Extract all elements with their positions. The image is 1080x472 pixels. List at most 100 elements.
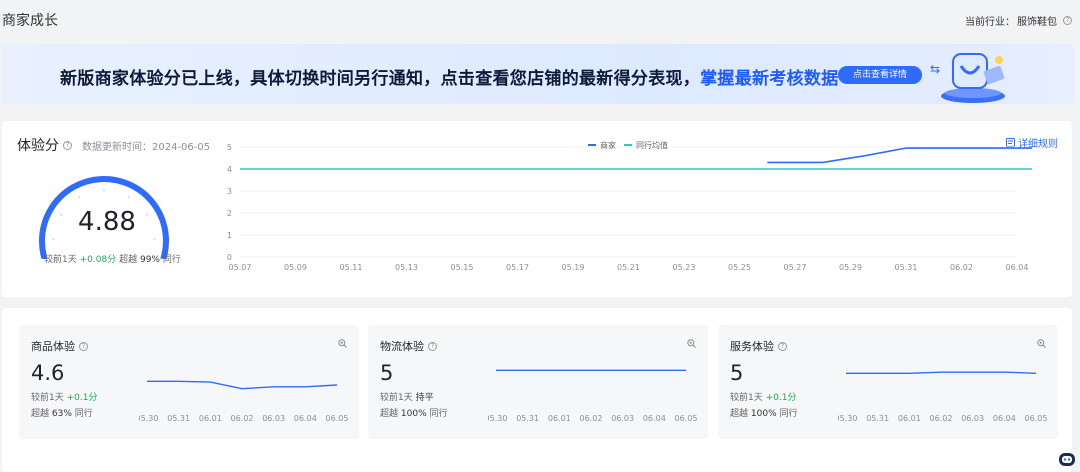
card-beat-value: 100% [400, 409, 427, 419]
x-tick-label: 05.31 [866, 414, 889, 423]
card-change-value: +0.1分 [765, 393, 797, 403]
experience-score-card: 体验分 ? 数据更新时间：2024-06-05 4.88 较前1天 +0.08分… [2, 121, 1072, 297]
card-beat-prefix: 超越 [31, 409, 50, 419]
update-time: 数据更新时间：2024-06-05 [82, 142, 211, 153]
x-tick-label: 05.09 [284, 263, 307, 272]
card-title-text: 物流体验 [380, 340, 424, 353]
x-tick-label: 05.07 [229, 263, 252, 272]
x-tick-label: 05.30 [838, 414, 857, 423]
card-beat-prefix: 超越 [730, 409, 749, 419]
x-tick-label: 06.05 [326, 414, 349, 423]
card-beat-prefix: 超越 [380, 409, 399, 419]
page-title: 商家成长 [2, 13, 58, 29]
card-title-text: 服务体验 [730, 340, 774, 353]
x-tick-label: 05.13 [395, 263, 418, 272]
help-icon[interactable]: ? [1063, 16, 1072, 25]
x-tick-label: 06.05 [1025, 414, 1048, 423]
industry-selector[interactable]: 当前行业： 服饰鞋包 ? [965, 13, 1072, 28]
y-tick-label: 2 [227, 209, 232, 218]
x-tick-label: 05.15 [451, 263, 474, 272]
service-experience-card: 服务体验? 5 较前1天 +0.1分超越 100% 同行 05.30 05.31 06.0… [718, 325, 1058, 439]
card-title: 服务体验? [730, 338, 787, 354]
card-beat-suffix: 同行 [779, 409, 798, 419]
score-compare: 较前1天 +0.08分 超越 99% 同行 [44, 252, 181, 265]
card-value: 5 [730, 361, 744, 385]
y-tick-label: 3 [227, 187, 232, 196]
x-tick-label: 05.30 [139, 414, 158, 423]
x-tick-label: 06.02 [231, 414, 254, 423]
card-title: 物流体验? [380, 338, 437, 354]
x-tick-label: 06.02 [580, 414, 603, 423]
x-tick-label: 06.03 [961, 414, 984, 423]
x-tick-label: 06.03 [611, 414, 634, 423]
beat-suffix: 同行 [162, 255, 181, 265]
y-tick-label: 1 [227, 231, 232, 240]
x-tick-label: 06.04 [1006, 263, 1029, 272]
x-tick-label: 05.31 [895, 263, 918, 272]
legend-label: 同行均值 [636, 140, 668, 150]
zoom-icon[interactable] [1037, 339, 1046, 348]
x-tick-label: 05.17 [506, 263, 529, 272]
industry-label: 当前行业： [965, 17, 1015, 28]
card-beat-value: 100% [750, 409, 777, 419]
y-tick-label: 5 [227, 143, 232, 152]
series-line-merchant [767, 147, 1032, 164]
card-trend-chart: 05.30 05.31 06.01 06.02 06.03 06.04 06.05 [139, 380, 349, 423]
score-value: 4.88 [78, 207, 136, 237]
card-beat: 超越 100% 同行 [380, 406, 448, 419]
industry-value: 服饰鞋包 [1017, 17, 1057, 28]
x-tick-label: 06.05 [675, 414, 698, 423]
help-icon[interactable]: ? [63, 140, 72, 150]
x-tick-label: 05.31 [167, 414, 190, 423]
zoom-icon[interactable] [338, 339, 347, 348]
help-icon[interactable]: ? [778, 341, 787, 351]
card-title-text: 商品体验 [31, 340, 75, 353]
card-change-prefix: 较前1天 [380, 393, 413, 403]
card-change-prefix: 较前1天 [31, 393, 64, 403]
x-tick-label: 06.01 [548, 414, 571, 423]
x-tick-label: 05.31 [516, 414, 539, 423]
x-tick-label: 05.25 [728, 263, 751, 272]
card-series-line [846, 371, 1037, 374]
card-trend-chart: 05.30 05.31 06.01 06.02 06.03 06.04 06.05 [488, 369, 698, 423]
x-tick-label: 05.29 [839, 263, 862, 272]
card-change: 较前1天 +0.1分 [31, 390, 97, 403]
beat-prefix: 超越 [119, 255, 138, 265]
card-beat: 超越 63% 同行 [31, 406, 93, 419]
help-icon[interactable]: ? [428, 341, 437, 351]
score-title: 体验分 ? [17, 135, 72, 155]
announcement-banner[interactable]: 新版商家体验分已上线，具体切换时间另行通知，点击查看您店铺的最新得分表现，掌握最… [2, 44, 1074, 104]
card-change-value: +0.1分 [66, 393, 98, 403]
compare-change: +0.08分 [79, 255, 117, 265]
banner-illustration [941, 53, 1005, 103]
card-beat-suffix: 同行 [74, 409, 93, 419]
card-change-prefix: 较前1天 [730, 393, 763, 403]
score-trend-chart: 0 1 2 3 4 5 05.07 05.09 05.11 05.13 05.15 05.17 05.1… [227, 140, 1032, 272]
card-beat: 超越 100% 同行 [730, 406, 798, 419]
card-beat-value: 63% [51, 409, 72, 419]
x-tick-label: 06.04 [643, 414, 666, 423]
y-tick-label: 4 [227, 165, 232, 174]
zoom-icon[interactable] [687, 339, 696, 348]
x-tick-label: 06.01 [199, 414, 222, 423]
product-experience-card: 商品体验? 4.6 较前1天 +0.1分超越 63% 同行 05.30 05.31 06.… [19, 325, 359, 439]
gauge-tick [127, 195, 130, 199]
x-tick-label: 06.04 [294, 414, 317, 423]
card-series-line [147, 380, 338, 390]
card-change: 较前1天 +0.1分 [730, 390, 796, 403]
view-details-button[interactable]: 点击查看详情 [838, 66, 922, 84]
card-title: 商品体验? [31, 338, 88, 354]
x-tick-label: 06.02 [930, 414, 953, 423]
sub-score-panel: 商品体验? 4.6 较前1天 +0.1分超越 63% 同行 05.30 05.31 06.… [2, 308, 1072, 472]
y-tick-label: 0 [227, 253, 232, 262]
x-tick-label: 05.19 [562, 263, 585, 272]
x-tick-label: 06.04 [993, 414, 1016, 423]
assistant-bot-icon[interactable] [1058, 450, 1076, 468]
card-trend-chart: 05.30 05.31 06.01 06.02 06.03 06.04 06.05 [838, 371, 1048, 423]
page-header: 商家成长 当前行业： 服饰鞋包 ? [0, 0, 1080, 40]
score-title-text: 体验分 [17, 138, 59, 154]
logistics-experience-card: 物流体验? 5 较前1天 持平超越 100% 同行 05.30 05.31 06.01 06… [368, 325, 708, 439]
gauge-tick [78, 195, 81, 199]
x-tick-label: 06.01 [898, 414, 921, 423]
help-icon[interactable]: ? [79, 341, 88, 351]
